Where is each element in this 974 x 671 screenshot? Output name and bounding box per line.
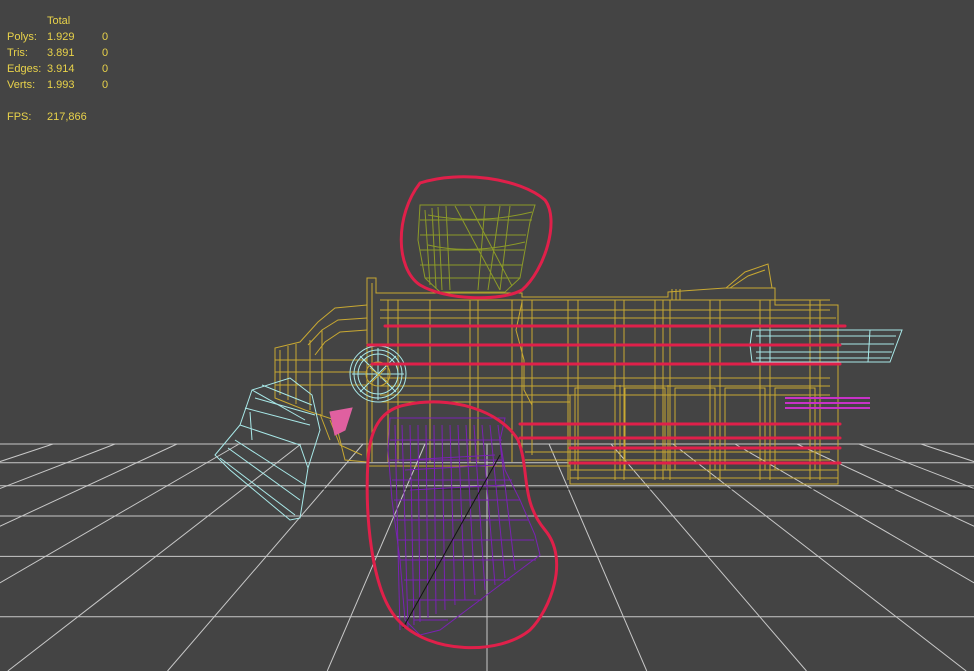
grid-line (7, 443, 302, 671)
stats-header-row: Total (7, 13, 122, 29)
stats-label: Edges: (7, 63, 42, 75)
stats-total: 3.914 (47, 63, 75, 75)
stats-row-edges: Edges: 3.914 0 (7, 61, 122, 77)
stats-label: Polys: (7, 31, 37, 43)
stats-header: Total (47, 15, 71, 27)
3d-viewport[interactable]: Total Polys: 1.929 0 Tris: 3.891 0 Edges… (0, 0, 974, 671)
grid-line (167, 443, 364, 671)
stats-selected: 0 (102, 63, 109, 75)
stats-row-fps: FPS: 217,866 (7, 109, 122, 125)
stats-label: Tris: (7, 47, 28, 59)
stats-total: 3.891 (47, 47, 75, 59)
grid-line (0, 443, 116, 490)
pink-part (329, 407, 353, 436)
purple-rod (785, 397, 870, 409)
stats-row-tris: Tris: 3.891 0 (7, 45, 122, 61)
stats-selected: 0 (102, 47, 109, 59)
stats-total: 1.993 (47, 79, 75, 91)
stats-selected: 0 (102, 79, 109, 91)
fps-label: FPS: (7, 111, 32, 123)
stats-row-verts: Verts: 1.993 0 (7, 77, 122, 93)
grid-line (326, 443, 426, 671)
highlight-circle-top (399, 175, 553, 300)
stats-label: Verts: (7, 79, 36, 91)
stats-selected: 0 (102, 31, 109, 43)
fps-value: 217,866 (47, 111, 87, 123)
top-part-wireframe (417, 204, 536, 293)
viewport-statistics: Total Polys: 1.929 0 Tris: 3.891 0 Edges… (7, 13, 122, 125)
blade-wireframe (387, 417, 541, 636)
wireframe-scene[interactable] (0, 0, 974, 671)
grid-line (858, 443, 974, 490)
stats-total: 1.929 (47, 31, 75, 43)
grid-line (0, 443, 240, 584)
stats-row-polys: Polys: 1.929 0 (7, 29, 122, 45)
